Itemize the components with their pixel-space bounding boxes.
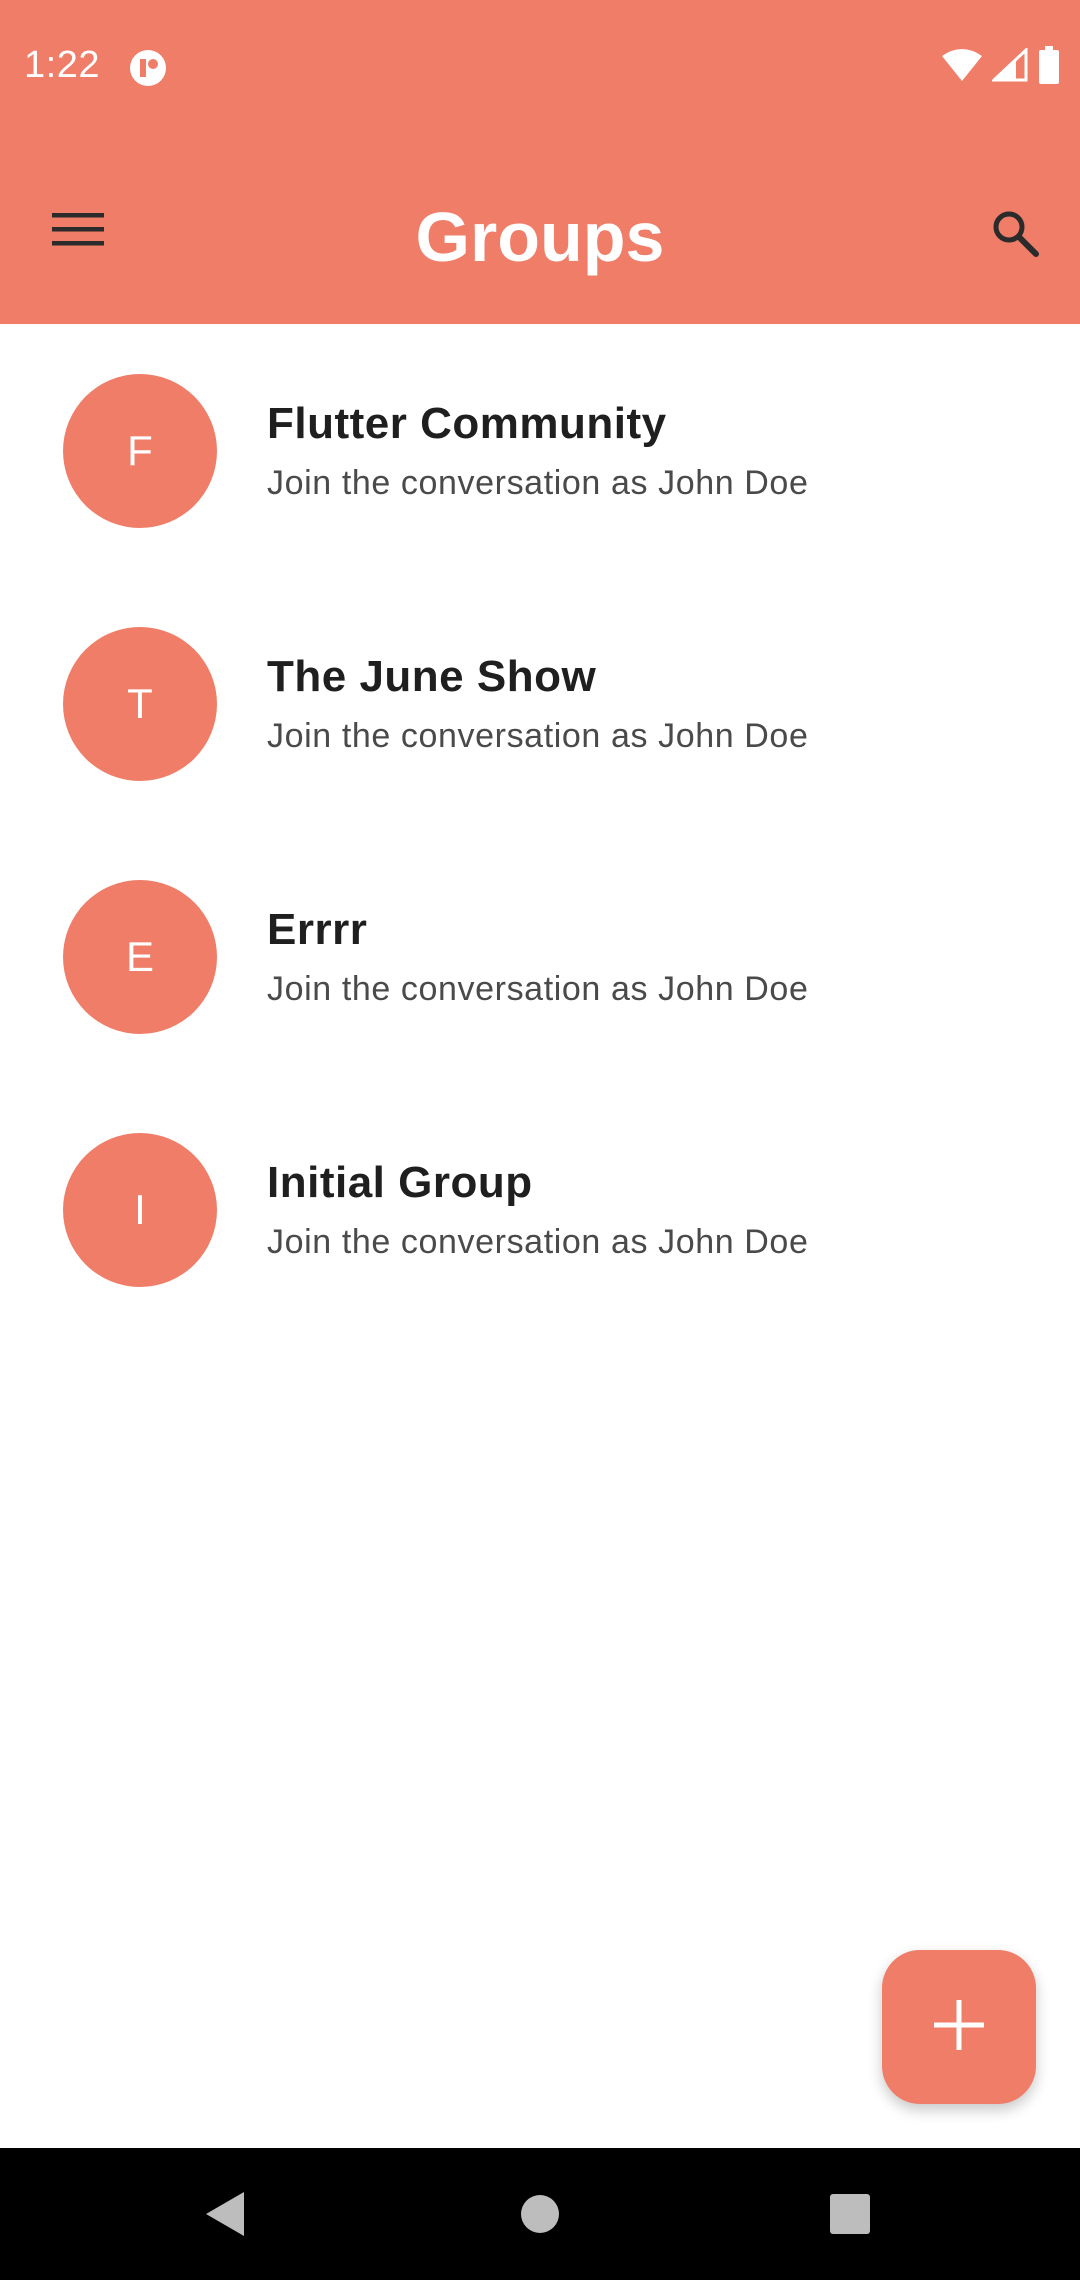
list-item-flutter-community[interactable]: F Flutter Community Join the conversatio… bbox=[0, 324, 1080, 577]
search-button[interactable] bbox=[978, 202, 1052, 268]
page-title: Groups bbox=[415, 198, 665, 276]
group-title: Errrr bbox=[267, 905, 368, 954]
status-icons bbox=[942, 44, 1060, 90]
list-item-initial-group[interactable]: I Initial Group Join the conversation as… bbox=[0, 1083, 1080, 1336]
list-item-the-june-show[interactable]: T The June Show Join the conversation as… bbox=[0, 577, 1080, 830]
add-icon bbox=[932, 1998, 986, 2057]
app-bar: Groups bbox=[0, 136, 1080, 324]
group-title: Flutter Community bbox=[267, 399, 667, 448]
status-time: 1:22 bbox=[24, 44, 100, 86]
group-subtitle: Join the conversation as John Doe bbox=[267, 717, 809, 755]
recents-button[interactable] bbox=[822, 2188, 878, 2244]
status-bar: 1:22 bbox=[0, 0, 1080, 136]
group-list: F Flutter Community Join the conversatio… bbox=[0, 324, 1080, 1336]
group-subtitle: Join the conversation as John Doe bbox=[267, 1223, 809, 1261]
group-subtitle: Join the conversation as John Doe bbox=[267, 464, 809, 502]
cell-signal-icon bbox=[990, 46, 1028, 87]
back-icon bbox=[204, 2190, 248, 2243]
home-button[interactable] bbox=[512, 2188, 568, 2244]
wifi-icon bbox=[942, 48, 982, 87]
recents-icon bbox=[829, 2193, 871, 2240]
group-title: The June Show bbox=[267, 652, 597, 701]
home-icon bbox=[519, 2193, 561, 2240]
avatar: E bbox=[63, 880, 217, 1034]
back-button[interactable] bbox=[198, 2188, 254, 2244]
group-subtitle: Join the conversation as John Doe bbox=[267, 970, 809, 1008]
search-icon bbox=[990, 208, 1040, 263]
avatar: T bbox=[63, 627, 217, 781]
battery-icon bbox=[1038, 45, 1060, 89]
avatar: F bbox=[63, 374, 217, 528]
groups-screen: 1:22 Groups F Flutter Community Join the… bbox=[0, 0, 1080, 2280]
add-group-button[interactable] bbox=[882, 1950, 1036, 2104]
system-nav-bar bbox=[0, 2148, 1080, 2280]
avatar: I bbox=[63, 1133, 217, 1287]
app-notification-icon bbox=[128, 48, 168, 88]
list-item-errrr[interactable]: E Errrr Join the conversation as John Do… bbox=[0, 830, 1080, 1083]
group-title: Initial Group bbox=[267, 1158, 533, 1207]
